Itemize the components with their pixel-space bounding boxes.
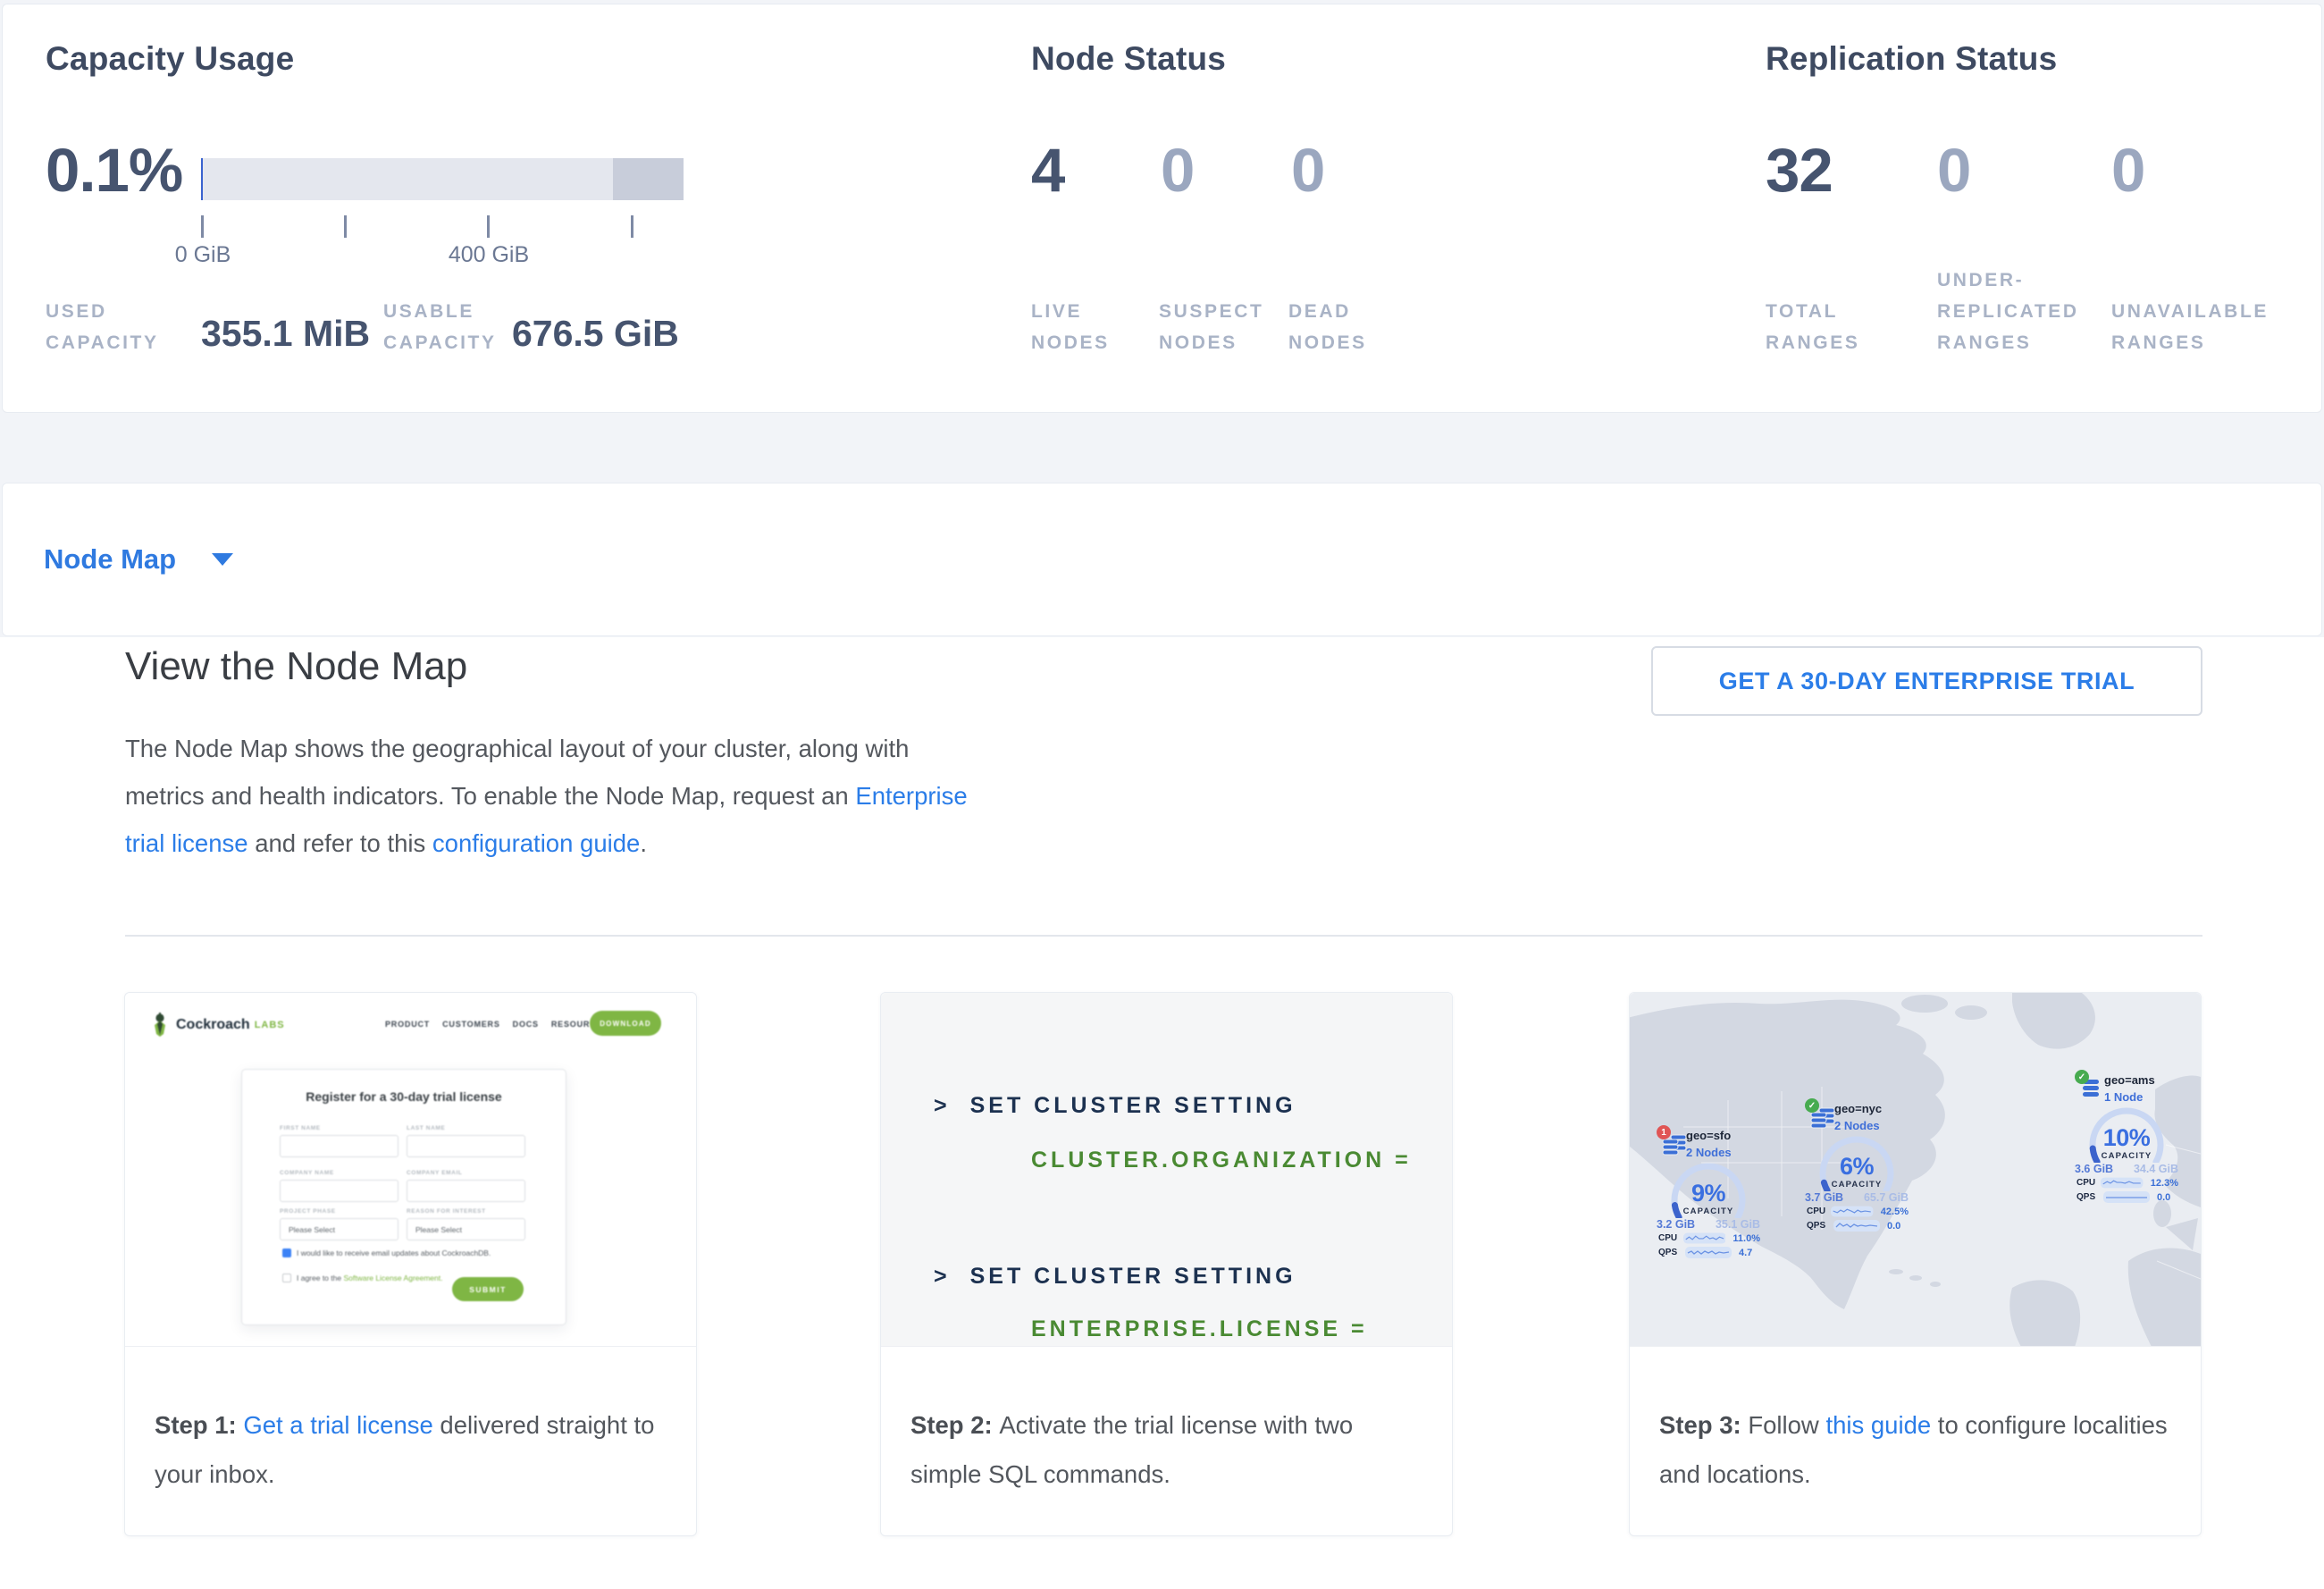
healthy-node-badge: ✓ — [1805, 1098, 1819, 1113]
mini-nav-customers: CUSTOMERS — [442, 1020, 500, 1029]
cluster-summary-panel: Capacity Usage 0.1% 0 GiB 400 GiB USED C… — [2, 4, 2322, 413]
unavailable-label: UNAVAILABLE RANGES — [2111, 296, 2269, 358]
suspect-nodes-count: 0 — [1161, 135, 1194, 206]
capacity-axis-tick — [631, 215, 633, 238]
capacity-bar — [201, 158, 684, 200]
cockroach-labs-logo: Cockroach LABS — [150, 1013, 285, 1038]
mini-label-first-name: FIRST NAME — [280, 1125, 399, 1131]
dead-nodes-count: 0 — [1291, 135, 1324, 206]
qps-sparkline — [2103, 1191, 2150, 1203]
node-status-title: Node Status — [1031, 40, 1226, 78]
mini-nav-docs: DOCS — [513, 1020, 539, 1029]
page-title: View the Node Map — [125, 644, 467, 689]
mini-input-last-name — [407, 1135, 525, 1157]
mini-nav-product: PRODUCT — [385, 1020, 430, 1029]
capacity-bar-other-segment — [613, 158, 684, 200]
cockroach-bug-icon — [150, 1013, 170, 1038]
usable-capacity-value: 676.5 GiB — [512, 313, 679, 355]
step2-card: >SET CLUSTER SETTING CLUSTER.ORGANIZATIO… — [880, 992, 1453, 1536]
dead-nodes-label: DEAD NODES — [1288, 296, 1367, 358]
mini-label-reason: REASON FOR INTEREST — [407, 1208, 525, 1215]
sql-prompt: > — [934, 1264, 951, 1289]
mini-trial-form: Register for a 30-day trial license FIRS… — [241, 1069, 566, 1325]
under-replicated-count: 0 — [1937, 135, 1970, 206]
qps-sparkline — [1833, 1220, 1880, 1232]
mini-input-first-name — [280, 1135, 399, 1157]
step2-sql-snippet: >SET CLUSTER SETTING CLUSTER.ORGANIZATIO… — [881, 993, 1452, 1347]
mini-submit-button: SUBMIT — [452, 1277, 524, 1301]
capacity-axis-tick — [344, 215, 347, 238]
mini-input-company-name — [280, 1180, 399, 1202]
used-capacity-label: USED CAPACITY — [46, 296, 159, 358]
total-ranges-count: 32 — [1766, 135, 1833, 206]
mini-label-company-email: COMPANY EMAIL — [407, 1170, 525, 1176]
suspect-nodes-label: SUSPECT NODES — [1159, 296, 1263, 358]
dead-node-badge: 1 — [1657, 1125, 1671, 1139]
qps-sparkline — [1685, 1247, 1732, 1258]
view-mode-selector[interactable]: Node Map — [2, 483, 2322, 636]
step3-card: 1 geo=sfo 2 Nodes 9% CAPACITY 3.2 GiB 35… — [1629, 992, 2202, 1536]
enterprise-trial-button[interactable]: GET A 30-DAY ENTERPRISE TRIAL — [1651, 646, 2202, 716]
inline-link[interactable]: configuration guide — [432, 829, 640, 857]
under-replicated-label: UNDER- REPLICATED RANGES — [1937, 265, 2079, 358]
step3-node-map-image: 1 geo=sfo 2 Nodes 9% CAPACITY 3.2 GiB 35… — [1630, 993, 2201, 1347]
step2-caption: Step 2: Activate the trial license with … — [881, 1347, 1452, 1499]
section-divider — [125, 935, 2202, 937]
cpu-sparkline — [1683, 1232, 1726, 1244]
mini-select-project-phase: Please Select — [280, 1218, 399, 1240]
mini-label-last-name: LAST NAME — [407, 1125, 525, 1131]
usable-capacity-label: USABLE CAPACITY — [383, 296, 497, 358]
inline-link[interactable]: this guide — [1825, 1411, 1931, 1439]
intro-paragraph: The Node Map shows the geographical layo… — [125, 725, 987, 867]
live-nodes-count: 4 — [1031, 135, 1064, 206]
view-mode-selected-value[interactable]: Node Map — [44, 543, 176, 576]
capacity-axis-tick — [201, 215, 204, 238]
mini-input-company-email — [407, 1180, 525, 1202]
capacity-axis-tick — [487, 215, 490, 238]
chevron-down-icon — [212, 553, 233, 566]
mini-label-project-phase: PROJECT PHASE — [280, 1208, 399, 1215]
cpu-sparkline — [2101, 1177, 2143, 1189]
step1-screenshot-image: Cockroach LABS PRODUCT CUSTOMERS DOCS RE… — [125, 993, 696, 1347]
capacity-axis-label-0: 0 GiB — [175, 242, 231, 268]
node-map-promo-section: View the Node Map The Node Map shows the… — [0, 637, 2324, 1589]
mini-checkbox-license — [282, 1274, 291, 1282]
total-ranges-label: TOTAL RANGES — [1766, 296, 1859, 358]
cpu-sparkline — [1831, 1206, 1873, 1217]
mini-download-button: DOWNLOAD — [590, 1011, 661, 1036]
capacity-axis-label-400: 400 GiB — [449, 242, 529, 268]
step1-card: Cockroach LABS PRODUCT CUSTOMERS DOCS RE… — [124, 992, 697, 1536]
healthy-node-badge: ✓ — [2075, 1070, 2089, 1084]
used-capacity-value: 355.1 MiB — [201, 313, 370, 355]
capacity-used-percent: 0.1% — [46, 135, 182, 206]
unavailable-count: 0 — [2111, 135, 2144, 206]
inline-link[interactable]: Get a trial license — [243, 1411, 432, 1439]
live-nodes-label: LIVE NODES — [1031, 296, 1110, 358]
step1-caption: Step 1: Get a trial license delivered st… — [125, 1347, 696, 1499]
mini-select-reason: Please Select — [407, 1218, 525, 1240]
mini-checkbox-updates — [282, 1248, 291, 1257]
sql-prompt: > — [934, 1093, 951, 1118]
step3-caption: Step 3: Follow this guide to configure l… — [1630, 1347, 2201, 1499]
mini-label-company-name: COMPANY NAME — [280, 1170, 399, 1176]
replication-status-title: Replication Status — [1766, 40, 2057, 78]
capacity-usage-title: Capacity Usage — [46, 40, 294, 78]
capacity-bar-used-segment — [201, 158, 203, 200]
